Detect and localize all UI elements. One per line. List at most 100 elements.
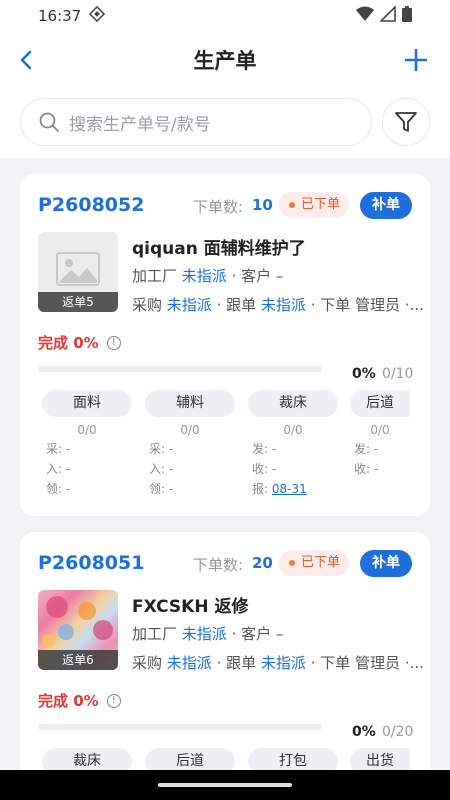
order-qty-label: 下单数: xyxy=(193,556,244,574)
stage-accessories: 辅料 0/0 采: - 入: - 领: - xyxy=(145,390,235,499)
image-placeholder-icon xyxy=(56,252,100,286)
purchase-label: 采购 xyxy=(132,296,163,314)
search-input[interactable]: 搜索生产单号/款号 xyxy=(20,98,372,146)
product-image[interactable]: 返单5 xyxy=(38,232,118,312)
stage-label[interactable]: 后道 xyxy=(350,390,410,417)
stage-detail: 采: - xyxy=(149,442,174,456)
pattern-shape xyxy=(42,634,56,648)
stage-details: 采: - 入: - 领: - xyxy=(145,439,235,499)
stage-cutting: 裁床 0/0 发: - 收: - 报: 08-31 xyxy=(248,390,338,499)
progress-percent: 0% xyxy=(352,724,376,740)
back-button[interactable] xyxy=(12,44,40,76)
supplement-button[interactable]: 补单 xyxy=(360,550,412,577)
order-qty-label: 下单数: xyxy=(193,198,244,216)
return-order-badge: 返单5 xyxy=(38,292,118,312)
stage-detail: 领: - xyxy=(46,482,71,496)
system-nav-bar xyxy=(0,770,450,800)
stage-count: 0/0 xyxy=(370,423,390,437)
stage-detail: 发: - xyxy=(354,442,379,456)
stage-detail: 收: - xyxy=(354,462,379,476)
stage-count: 0/0 xyxy=(180,423,200,437)
pattern-shape xyxy=(93,620,113,640)
progress-total: 0/20 xyxy=(382,724,414,740)
follow-value[interactable]: 未指派 xyxy=(261,296,306,314)
order-by-text: · 下单 管理员 ·... xyxy=(310,296,424,314)
app-bar: 生产单 xyxy=(0,32,450,88)
factory-value[interactable]: 未指派 xyxy=(182,267,227,285)
report-label: 报: xyxy=(252,482,269,496)
customer-text: · 客户 – xyxy=(231,625,284,643)
wifi-icon xyxy=(356,6,374,26)
plus-icon xyxy=(405,49,427,71)
factory-value[interactable]: 未指派 xyxy=(182,625,227,643)
report-date-link[interactable]: 08-31 xyxy=(272,482,307,496)
order-card[interactable]: P2608052 下单数: 10 已下单 补单 返单5 qiquan 面辅料维护… xyxy=(20,174,430,516)
status-badge: 已下单 xyxy=(279,192,350,218)
signal-icon xyxy=(379,5,396,26)
completion-status: 完成 0% ! xyxy=(38,332,121,353)
search-placeholder: 搜索生产单号/款号 xyxy=(69,114,211,135)
order-qty-value: 10 xyxy=(252,196,273,214)
product-image[interactable]: 返单6 xyxy=(38,590,118,670)
purchase-value[interactable]: 未指派 xyxy=(167,654,212,672)
order-name: qiquan 面辅料维护了 xyxy=(132,239,306,259)
filter-icon xyxy=(395,112,417,132)
order-code[interactable]: P2608052 xyxy=(38,194,144,216)
factory-customer-line: 加工厂 未指派 · 客户 – xyxy=(132,265,283,286)
order-code[interactable]: P2608051 xyxy=(38,552,144,574)
supplement-button[interactable]: 补单 xyxy=(360,192,412,219)
status-bar: 16:37 xyxy=(0,0,450,32)
factory-label: 加工厂 xyxy=(132,625,178,643)
stage-detail: 发: - xyxy=(252,442,277,456)
stage-details: 发: - 收: - 报: 08-31 xyxy=(248,439,338,499)
order-qty-value: 20 xyxy=(252,554,273,572)
factory-customer-line: 加工厂 未指派 · 客户 – xyxy=(132,623,283,644)
progress-percent: 0% xyxy=(352,366,376,382)
stage-finishing: 后道 0/0 发: - 收: - xyxy=(350,390,410,479)
stage-detail: 领: - xyxy=(149,482,174,496)
status-badge: 已下单 xyxy=(279,550,350,576)
staff-line: 采购 未指派 · 跟单 未指派 · 下单 管理员 ·... xyxy=(132,652,424,673)
follow-value[interactable]: 未指派 xyxy=(261,654,306,672)
notification-icon xyxy=(89,5,106,26)
completion-status: 完成 0% ! xyxy=(38,690,121,711)
stage-details: 采: - 入: - 领: - xyxy=(42,439,132,499)
stage-detail: 采: - xyxy=(46,442,71,456)
completion-text: 完成 0% xyxy=(38,692,99,710)
info-icon[interactable]: ! xyxy=(106,335,121,350)
stage-label[interactable]: 辅料 xyxy=(145,390,235,417)
stage-label[interactable]: 裁床 xyxy=(248,390,338,417)
order-card[interactable]: P2608051 下单数: 20 已下单 补单 返单6 FXCSKH 返修 加工… xyxy=(20,532,430,792)
filter-button[interactable] xyxy=(382,98,430,146)
status-time: 16:37 xyxy=(38,7,82,25)
staff-line: 采购 未指派 · 跟单 未指派 · 下单 管理员 ·... xyxy=(132,294,424,315)
chevron-left-icon xyxy=(20,50,32,70)
stage-detail: 入: - xyxy=(149,462,174,476)
search-icon xyxy=(39,112,59,132)
order-by-text: · 下单 管理员 ·... xyxy=(310,654,424,672)
stage-fabric: 面料 0/0 采: - 入: - 领: - xyxy=(42,390,132,499)
stage-count: 0/0 xyxy=(283,423,303,437)
progress-total: 0/10 xyxy=(382,366,414,382)
stage-detail: 收: - xyxy=(252,462,277,476)
stage-label[interactable]: 面料 xyxy=(42,390,132,417)
info-icon[interactable]: ! xyxy=(106,693,121,708)
stage-details: 发: - 收: - xyxy=(350,439,410,479)
customer-text: · 客户 – xyxy=(231,267,284,285)
progress-bar xyxy=(38,366,322,372)
factory-label: 加工厂 xyxy=(132,267,178,285)
add-order-button[interactable] xyxy=(400,44,432,76)
search-bar-row: 搜索生产单号/款号 xyxy=(0,88,450,158)
stage-detail: 报: 08-31 xyxy=(252,479,338,499)
stage-detail: 入: - xyxy=(46,462,71,476)
return-order-badge: 返单6 xyxy=(38,650,118,670)
progress-bar xyxy=(38,724,322,730)
home-indicator[interactable] xyxy=(158,783,292,787)
pattern-shape xyxy=(58,624,74,640)
pattern-shape xyxy=(78,602,96,620)
pattern-shape xyxy=(46,596,68,618)
purchase-value[interactable]: 未指派 xyxy=(167,296,212,314)
follow-label: · 跟单 xyxy=(216,296,257,314)
purchase-label: 采购 xyxy=(132,654,163,672)
page-title: 生产单 xyxy=(193,49,257,73)
